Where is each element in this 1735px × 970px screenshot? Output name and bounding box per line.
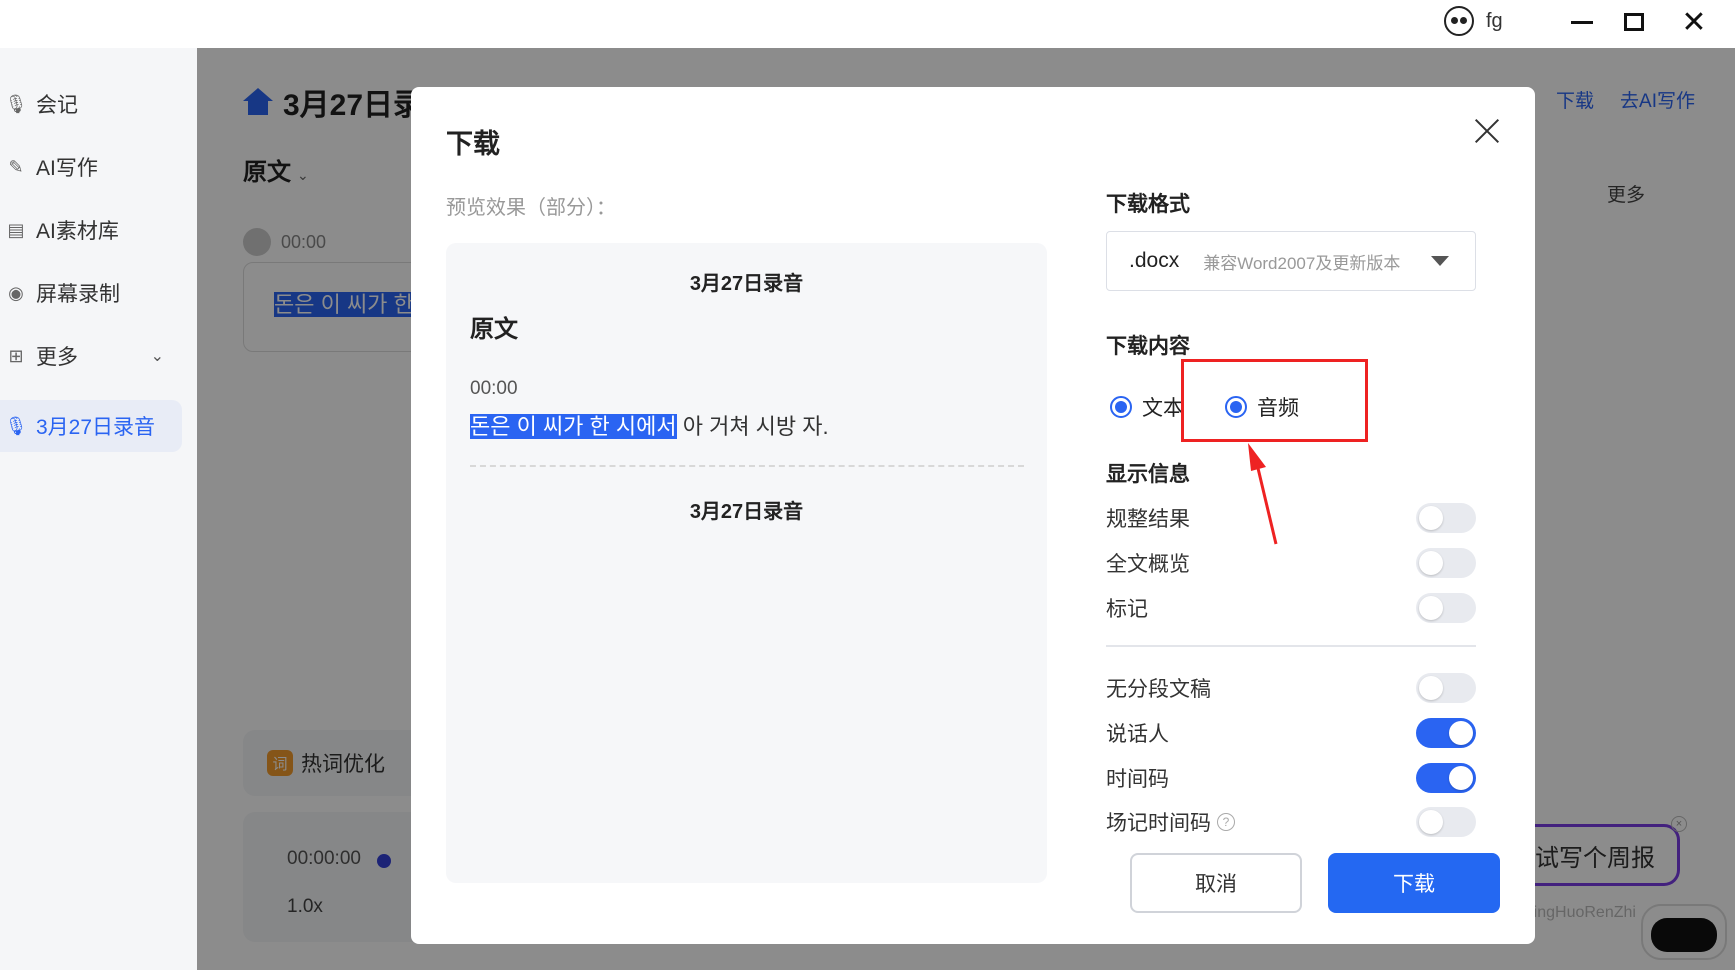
sidebar-item-more[interactable]: ⊞ 更多 ⌄	[0, 330, 182, 382]
option-no-paragraph: 无分段文稿	[1106, 673, 1476, 703]
download-dialog: 下载 预览效果（部分）： 3月27日录音 原文 00:00 돈은 이 씨가 한 …	[411, 87, 1535, 944]
option-label: 说话人	[1106, 723, 1169, 746]
preview-footer-heading: 3月27日录音	[689, 501, 804, 523]
annotation-highlight-box	[1181, 359, 1368, 442]
format-select[interactable]: .docx 兼容Word2007及更新版本	[1106, 231, 1476, 291]
sidebar: 🎙 会记 ✎ AI写作 ▤ AI素材库 ◉ 屏幕录制 ⊞ 更多 ⌄ 🎙 3月27…	[0, 48, 197, 970]
format-description: 兼容Word2007及更新版本	[1203, 253, 1401, 273]
option-label: 规整结果	[1106, 508, 1190, 531]
library-icon: ▤	[7, 219, 25, 240]
minimize-button[interactable]	[1562, 4, 1602, 40]
toggle-no-paragraph[interactable]	[1416, 673, 1476, 703]
content-section-title: 下载内容	[1106, 335, 1190, 358]
radio-checked-icon	[1110, 396, 1132, 418]
preview-heading: 3月27日录音	[689, 273, 804, 295]
sidebar-item-recording[interactable]: 🎙 3月27日录音	[0, 400, 182, 452]
option-speaker: 说话人	[1106, 718, 1476, 748]
dialog-title: 下载	[446, 129, 500, 159]
option-scene-timecode: 场记时间码 ?	[1106, 807, 1476, 837]
sidebar-item-label: AI素材库	[36, 220, 119, 243]
download-button[interactable]: 下载	[1328, 853, 1500, 913]
preview-divider	[470, 465, 1024, 467]
preview-time: 00:00	[470, 378, 518, 399]
user-menu[interactable]: fg	[1444, 6, 1503, 36]
preview-text: 돈은 이 씨가 한 시에서 아 거쳐 시방 자.	[470, 409, 829, 441]
preview-rest-text: 아 거쳐 시방 자.	[676, 414, 829, 439]
option-label: 全文概览	[1106, 553, 1190, 576]
sidebar-item-ai-library[interactable]: ▤ AI素材库	[0, 204, 182, 256]
sidebar-item-label: 会记	[36, 94, 78, 117]
option-label: 时间码	[1106, 768, 1169, 791]
sidebar-item-screen-record[interactable]: ◉ 屏幕录制	[0, 267, 182, 319]
content-option-label: 文本	[1142, 397, 1184, 420]
option-normalized-result: 规整结果	[1106, 503, 1476, 533]
edit-icon: ✎	[8, 156, 24, 177]
caret-down-icon	[1431, 256, 1449, 266]
preview-label: 预览效果（部分）：	[446, 197, 616, 219]
help-icon[interactable]: ?	[1217, 813, 1235, 831]
option-timecode: 时间码	[1106, 763, 1476, 793]
sidebar-item-ai-writing[interactable]: ✎ AI写作	[0, 141, 182, 193]
preview-section-title: 原文	[470, 316, 518, 343]
preview-highlight: 돈은 이 씨가 한 시에서	[470, 414, 677, 439]
option-marks: 标记	[1106, 593, 1476, 623]
toggle-speaker[interactable]	[1416, 718, 1476, 748]
cancel-button[interactable]: 取消	[1130, 853, 1302, 913]
close-window-button[interactable]: ✕	[1674, 4, 1714, 40]
apps-icon: ⊞	[8, 345, 24, 366]
option-full-overview: 全文概览	[1106, 548, 1476, 578]
option-label: 标记	[1106, 598, 1148, 621]
toggle-marks[interactable]	[1416, 593, 1476, 623]
toggle-scene-timecode[interactable]	[1416, 807, 1476, 837]
sidebar-item-label: 更多	[36, 346, 78, 369]
chevron-down-icon: ⌄	[150, 348, 164, 365]
options-divider	[1106, 645, 1476, 647]
format-value: .docx	[1129, 249, 1180, 272]
format-section-title: 下载格式	[1106, 193, 1190, 216]
user-avatar[interactable]	[1444, 6, 1474, 36]
username: fg	[1486, 9, 1503, 32]
toggle-normalized-result[interactable]	[1416, 503, 1476, 533]
sidebar-item-label: 屏幕录制	[36, 283, 120, 306]
display-section-title: 显示信息	[1106, 463, 1190, 486]
mic-icon: 🎙	[4, 415, 28, 436]
mic-icon: 🎙	[4, 93, 28, 114]
toggle-timecode[interactable]	[1416, 763, 1476, 793]
content-option-text[interactable]: 文本	[1110, 392, 1184, 422]
minimize-icon	[1571, 20, 1593, 24]
sidebar-item-label: 3月27日录音	[36, 416, 156, 439]
window-titlebar: fg ✕	[0, 0, 1735, 48]
sidebar-item-meeting[interactable]: 🎙 会记	[0, 78, 182, 130]
options-panel: 下载格式 .docx 兼容Word2007及更新版本 下载内容 文本 音频 显示…	[1106, 87, 1486, 944]
preview-panel: 3月27日录音 原文 00:00 돈은 이 씨가 한 시에서 아 거쳐 시방 자…	[446, 243, 1047, 883]
record-icon: ◉	[8, 282, 24, 303]
option-label: 无分段文稿	[1106, 678, 1211, 701]
maximize-icon	[1624, 13, 1644, 31]
sidebar-item-label: AI写作	[36, 157, 98, 180]
maximize-button[interactable]	[1614, 4, 1654, 40]
toggle-full-overview[interactable]	[1416, 548, 1476, 578]
option-label: 场记时间码	[1106, 812, 1211, 835]
